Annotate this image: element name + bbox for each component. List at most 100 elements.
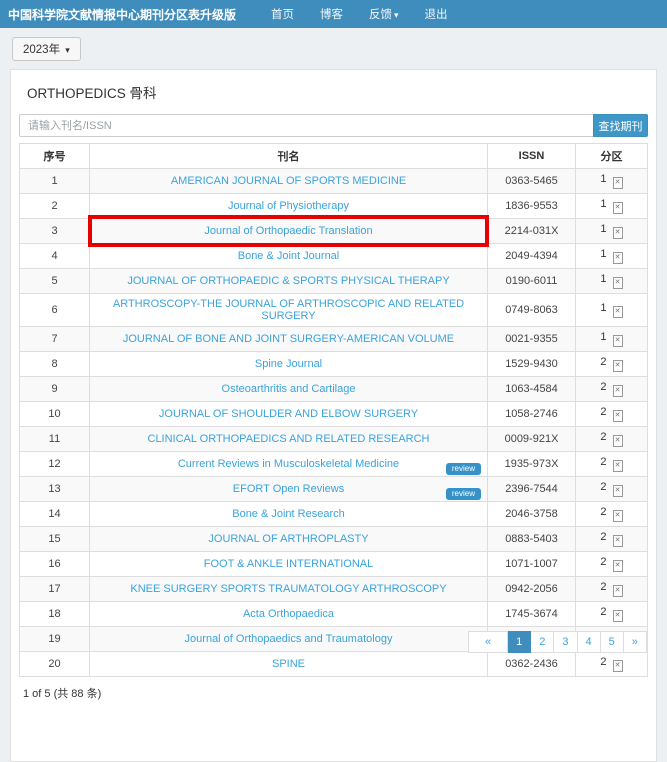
journal-name-cell: Current Reviews in Musculoskeletal Medic… — [90, 452, 488, 477]
search-input[interactable] — [19, 114, 593, 137]
page-button-«[interactable]: « — [468, 631, 508, 653]
journal-link[interactable]: JOURNAL OF ARTHROPLASTY — [208, 533, 368, 545]
journal-issn: 1836-9553 — [488, 194, 576, 219]
journal-link[interactable]: Bone & Joint Journal — [238, 250, 340, 262]
search-journal-button[interactable]: 查找期刊 — [593, 114, 648, 137]
row-index: 14 — [20, 502, 90, 527]
journal-link[interactable]: SPINE — [272, 658, 305, 670]
row-index: 17 — [20, 577, 90, 602]
page-button-4[interactable]: 4 — [578, 631, 601, 653]
journal-issn: 0362-2436 — [488, 652, 576, 677]
journal-link[interactable]: EFORT Open Reviews — [233, 483, 344, 495]
table-row: 2Journal of Physiotherapy1836-95531 ✕ — [20, 194, 648, 219]
journal-zone: 2 ✕ — [576, 377, 648, 402]
table-row: 18Acta Orthopaedica1745-36742 ✕ — [20, 602, 648, 627]
journal-link[interactable]: ARTHROSCOPY-THE JOURNAL OF ARTHROSCOPIC … — [113, 298, 464, 322]
journal-zone: 2 ✕ — [576, 427, 648, 452]
journal-link[interactable]: Journal of Orthopaedic Translation — [204, 225, 372, 237]
broken-image-icon: ✕ — [613, 335, 623, 347]
row-index: 3 — [20, 219, 90, 244]
journal-zone: 2 ✕ — [576, 602, 648, 627]
journal-zone: 1 ✕ — [576, 244, 648, 269]
journal-zone: 1 ✕ — [576, 294, 648, 327]
row-index: 10 — [20, 402, 90, 427]
journal-link[interactable]: FOOT & ANKLE INTERNATIONAL — [204, 558, 374, 570]
journal-link[interactable]: KNEE SURGERY SPORTS TRAUMATOLOGY ARTHROS… — [130, 583, 446, 595]
row-index: 18 — [20, 602, 90, 627]
journal-link[interactable]: AMERICAN JOURNAL OF SPORTS MEDICINE — [171, 175, 406, 187]
navbar-item-3[interactable]: 反馈▾ — [356, 6, 412, 22]
journal-issn: 2396-7544 — [488, 477, 576, 502]
journal-name-cell: Acta Orthopaedica — [90, 602, 488, 627]
navbar-item-4[interactable]: 退出 — [412, 6, 461, 22]
row-index: 12 — [20, 452, 90, 477]
journal-name-cell: AMERICAN JOURNAL OF SPORTS MEDICINE — [90, 169, 488, 194]
journal-name-cell: Journal of Orthopaedics and Traumatology — [90, 627, 488, 652]
journal-zone: 2 ✕ — [576, 577, 648, 602]
row-index: 6 — [20, 294, 90, 327]
journal-link[interactable]: JOURNAL OF ORTHOPAEDIC & SPORTS PHYSICAL… — [127, 275, 449, 287]
broken-image-icon: ✕ — [613, 360, 623, 372]
page-button-3[interactable]: 3 — [554, 631, 577, 653]
row-index: 8 — [20, 352, 90, 377]
journal-zone: 2 ✕ — [576, 452, 648, 477]
broken-image-icon: ✕ — [613, 560, 623, 572]
journal-name-cell: Osteoarthritis and Cartilage — [90, 377, 488, 402]
page-button-2[interactable]: 2 — [531, 631, 554, 653]
journal-link[interactable]: Bone & Joint Research — [232, 508, 345, 520]
broken-image-icon: ✕ — [613, 535, 623, 547]
journal-zone: 2 ✕ — [576, 477, 648, 502]
table-row: 5 JOURNAL OF ORTHOPAEDIC & SPORTS PHYSICA… — [20, 269, 648, 294]
journal-name-cell: JOURNAL OF ARTHROPLASTY — [90, 527, 488, 552]
journal-link[interactable]: CLINICAL ORTHOPAEDICS AND RELATED RESEAR… — [148, 433, 430, 445]
broken-image-icon: ✕ — [613, 585, 623, 597]
journal-link[interactable]: Spine Journal — [255, 358, 322, 370]
journal-issn: 1063-4584 — [488, 377, 576, 402]
page-button-1[interactable]: 1 — [508, 631, 531, 653]
journal-link[interactable]: Journal of Orthopaedics and Traumatology — [185, 633, 393, 645]
table-row: 3 Journal of Orthopaedic Translation 2214-… — [20, 219, 648, 244]
header-name: 刊名 — [90, 144, 488, 169]
table-row: 8Spine Journal1529-94302 ✕ — [20, 352, 648, 377]
journal-zone: 2 ✕ — [576, 552, 648, 577]
content-card: ORTHOPEDICS 骨科 查找期刊 序号 刊名 ISSN 分区 1AMERI… — [10, 69, 657, 762]
journal-issn: 1529-9430 — [488, 352, 576, 377]
broken-image-icon: ✕ — [613, 202, 623, 214]
journal-link[interactable]: Journal of Physiotherapy — [228, 200, 349, 212]
navbar-menu: 首页博客反馈▾退出 — [258, 6, 461, 22]
journal-link[interactable]: Osteoarthritis and Cartilage — [222, 383, 356, 395]
year-dropdown-button[interactable]: 2023年 ▾ — [12, 37, 81, 61]
journal-zone: 1 ✕ — [576, 327, 648, 352]
journal-link[interactable]: JOURNAL OF BONE AND JOINT SURGERY-AMERIC… — [123, 333, 454, 345]
row-index: 5 — [20, 269, 90, 294]
journal-name-cell: ARTHROSCOPY-THE JOURNAL OF ARTHROSCOPIC … — [90, 294, 488, 327]
journal-link[interactable]: Acta Orthopaedica — [243, 608, 334, 620]
chevron-down-icon: ▾ — [65, 45, 70, 55]
journal-zone: 2 ✕ — [576, 652, 648, 677]
navbar-item-1[interactable]: 首页 — [258, 6, 307, 22]
journal-name-cell: JOURNAL OF BONE AND JOINT SURGERY-AMERIC… — [90, 327, 488, 352]
journal-name-cell: Bone & Joint Research — [90, 502, 488, 527]
journal-link[interactable]: JOURNAL OF SHOULDER AND ELBOW SURGERY — [159, 408, 418, 420]
row-index: 13 — [20, 477, 90, 502]
journal-name-cell: EFORT Open Reviewsreview — [90, 477, 488, 502]
page-button-»[interactable]: » — [624, 631, 647, 653]
row-index: 11 — [20, 427, 90, 452]
journal-issn: 0883-5403 — [488, 527, 576, 552]
navbar-item-2[interactable]: 博客 — [307, 6, 356, 22]
journal-link[interactable]: Current Reviews in Musculoskeletal Medic… — [178, 458, 399, 470]
row-index: 9 — [20, 377, 90, 402]
journal-issn: 2046-3758 — [488, 502, 576, 527]
broken-image-icon: ✕ — [613, 177, 623, 189]
broken-image-icon: ✕ — [613, 252, 623, 264]
journal-name-cell: CLINICAL ORTHOPAEDICS AND RELATED RESEAR… — [90, 427, 488, 452]
journal-issn: 0021-9355 — [488, 327, 576, 352]
page-button-5[interactable]: 5 — [601, 631, 624, 653]
journal-zone: 2 ✕ — [576, 527, 648, 552]
site-title: 中国科学院文献情报中心期刊分区表升级版 — [8, 6, 236, 23]
journal-issn: 1935-973X — [488, 452, 576, 477]
broken-image-icon: ✕ — [613, 610, 623, 622]
journal-name-cell: Spine Journal — [90, 352, 488, 377]
journal-issn: 2214-031X — [488, 219, 576, 244]
broken-image-icon: ✕ — [613, 277, 623, 289]
